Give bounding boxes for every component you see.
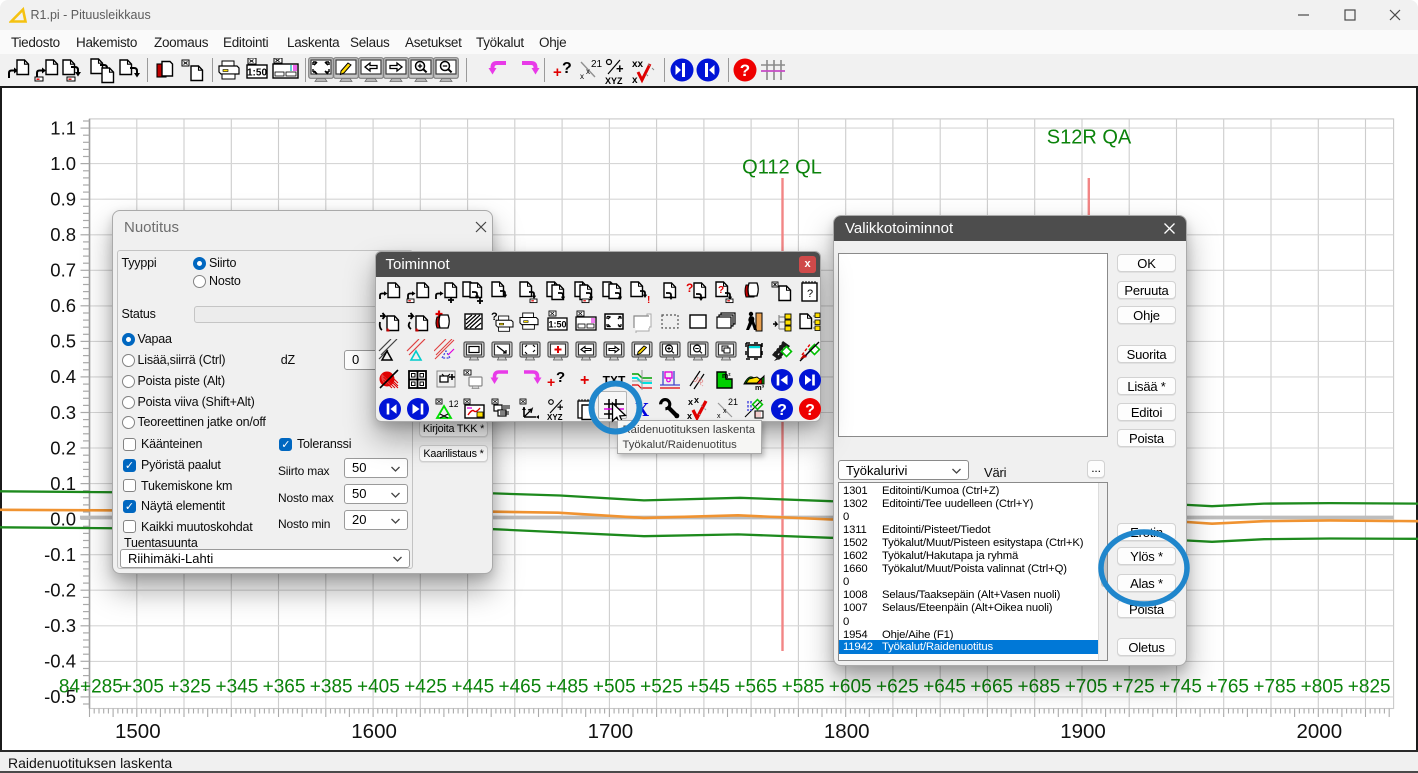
svg-text:0.6: 0.6 (50, 295, 76, 316)
svg-text:+625: +625 (876, 677, 919, 698)
svg-text:?: ? (740, 61, 750, 80)
svg-text:0.2: 0.2 (50, 437, 76, 458)
svg-text:1.1: 1.1 (50, 117, 76, 138)
svg-text:1500: 1500 (115, 720, 161, 743)
svg-text:!: ! (647, 295, 650, 304)
svg-text:+605: +605 (829, 677, 872, 698)
svg-text:x: x (694, 397, 699, 405)
svg-text:0.4: 0.4 (50, 366, 76, 387)
svg-text:+405: +405 (357, 677, 400, 698)
svg-text:0.3: 0.3 (50, 402, 76, 423)
svg-text:1700: 1700 (588, 720, 634, 743)
svg-text:x: x (723, 408, 727, 415)
svg-text:0.7: 0.7 (50, 260, 76, 281)
svg-text:21: 21 (591, 59, 602, 70)
svg-text:?: ? (807, 288, 813, 300)
svg-text:-0.2: -0.2 (44, 580, 76, 601)
svg-text:84+285: 84+285 (59, 677, 123, 698)
svg-text:+705: +705 (1065, 677, 1108, 698)
svg-text:-0.3: -0.3 (44, 615, 76, 636)
svg-text:+765: +765 (1206, 677, 1249, 698)
svg-text:?: ? (556, 369, 565, 386)
svg-text:1.0: 1.0 (50, 153, 76, 174)
svg-text:?: ? (806, 402, 816, 419)
svg-text:+485: +485 (546, 677, 589, 698)
svg-text:+465: +465 (499, 677, 542, 698)
svg-text:-0.4: -0.4 (44, 651, 76, 672)
svg-text:2000: 2000 (1296, 720, 1342, 743)
svg-text:+365: +365 (263, 677, 306, 698)
svg-text:0.5: 0.5 (50, 331, 76, 352)
svg-text:XYZ: XYZ (605, 76, 623, 86)
svg-text:Q112 QL: Q112 QL (742, 157, 822, 179)
svg-text:+525: +525 (640, 677, 683, 698)
svg-text:+: + (547, 374, 555, 390)
svg-text:?: ? (562, 60, 572, 77)
svg-text:+565: +565 (734, 677, 777, 698)
svg-text:?: ? (777, 402, 787, 419)
svg-text:x: x (586, 67, 590, 76)
svg-text:+725: +725 (1112, 677, 1155, 698)
svg-text:0.9: 0.9 (50, 189, 76, 210)
svg-text:+825: +825 (1348, 677, 1391, 698)
svg-text:1:50: 1:50 (549, 319, 567, 329)
svg-text:?: ? (686, 281, 693, 295)
svg-text:1600: 1600 (351, 720, 397, 743)
svg-text:21: 21 (728, 397, 738, 407)
svg-text:+585: +585 (782, 677, 825, 698)
svg-text:1:50: 1:50 (247, 68, 267, 79)
svg-text:+305: +305 (121, 677, 164, 698)
svg-text:1800: 1800 (824, 720, 870, 743)
svg-text:-0.1: -0.1 (44, 544, 76, 565)
svg-text:?: ? (718, 285, 724, 296)
svg-text:+: + (616, 61, 624, 76)
svg-text:0.0: 0.0 (50, 508, 76, 529)
svg-text:+: + (553, 64, 562, 81)
svg-text:+325: +325 (168, 677, 211, 698)
svg-text:+685: +685 (1018, 677, 1061, 698)
svg-text:+745: +745 (1159, 677, 1202, 698)
svg-text:S12R QA: S12R QA (1047, 127, 1132, 149)
svg-text:+445: +445 (451, 677, 494, 698)
svg-text:+805: +805 (1301, 677, 1344, 698)
svg-text:JR.: JR. (692, 375, 707, 389)
svg-text:+665: +665 (970, 677, 1013, 698)
svg-text:12: 12 (449, 399, 459, 410)
svg-text:m³: m³ (755, 383, 765, 392)
svg-text:+545: +545 (687, 677, 730, 698)
svg-text:1900: 1900 (1060, 720, 1106, 743)
svg-text:+785: +785 (1253, 677, 1296, 698)
svg-text:0.8: 0.8 (50, 224, 76, 245)
svg-text:x: x (688, 397, 693, 407)
svg-text:x: x (580, 72, 584, 81)
svg-text:+385: +385 (310, 677, 353, 698)
svg-text:+345: +345 (216, 677, 259, 698)
svg-text:m²: m² (722, 373, 731, 380)
svg-text:x: x (632, 75, 638, 86)
svg-text:+425: +425 (404, 677, 447, 698)
svg-text:xx: xx (632, 59, 644, 70)
svg-text:+505: +505 (593, 677, 636, 698)
svg-text:+645: +645 (923, 677, 966, 698)
svg-text:XYZ: XYZ (547, 413, 563, 421)
